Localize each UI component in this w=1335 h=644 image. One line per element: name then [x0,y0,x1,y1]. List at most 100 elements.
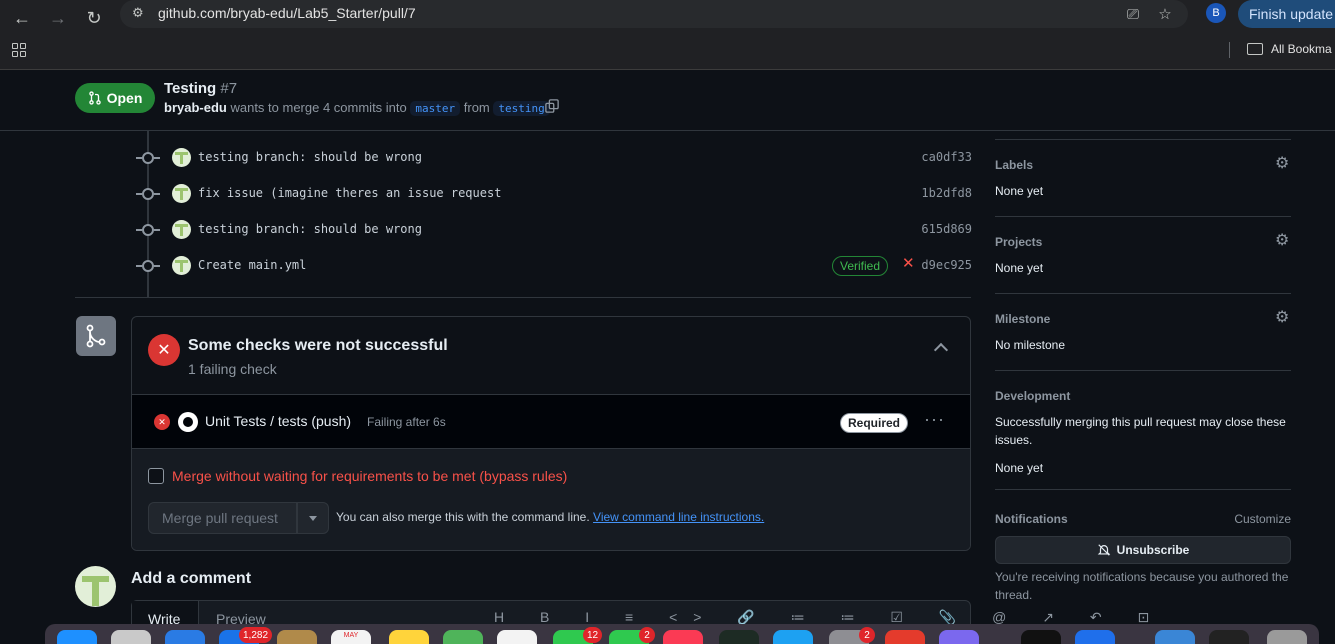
checks-subtitle: 1 failing check [188,361,277,377]
unsubscribe-label: Unsubscribe [1116,543,1190,557]
chevron-up-icon[interactable] [933,342,949,358]
merge-pull-request-button[interactable]: Merge pull request [148,502,297,534]
finish-update-button[interactable]: Finish update [1238,0,1335,28]
unsubscribe-button[interactable]: Unsubscribe [995,536,1291,564]
merge-method-dropdown[interactable] [297,502,329,534]
site-settings-icon[interactable]: ⚙ [132,5,150,23]
gear-icon[interactable]: ⚙ [1275,310,1291,326]
customize-link[interactable]: Customize [1234,512,1291,526]
reload-icon[interactable]: ↻ [80,4,108,32]
projects-value: None yet [995,261,1044,275]
maps-icon[interactable] [443,630,483,644]
commit-icon [136,152,160,164]
notes-icon[interactable] [389,630,429,644]
terminal-icon[interactable] [1021,630,1061,644]
screen-window-icon[interactable] [1209,630,1249,644]
labels-heading: Labels [995,158,1034,172]
merge-actions: Merge without waiting for requirements t… [132,449,970,550]
avatar[interactable] [172,148,191,167]
sidebar-labels: Labels ⚙ None yet [995,139,1291,216]
mail-badge: 1,282 [239,627,273,643]
pr-summary: bryab-edu wants to merge 4 commits into … [164,100,550,116]
checks-failed-icon: ✕ [148,334,180,366]
music-icon[interactable] [663,630,703,644]
app-store-icon[interactable] [773,630,813,644]
bypass-checkbox[interactable] [148,468,164,484]
chrome-icon[interactable] [885,630,925,644]
pr-author-link[interactable]: bryab-edu [164,100,227,115]
install-app-icon[interactable]: ⎚ [1123,4,1143,24]
base-branch[interactable]: master [410,101,461,116]
commit-message-link[interactable]: fix issue (imagine theres an issue reque… [198,186,501,200]
development-heading: Development [995,389,1071,403]
folder-icon [1247,43,1263,55]
commit-row: fix issue (imagine theres an issue reque… [136,182,972,206]
bookmarks-bar [0,36,1335,70]
avatar[interactable] [172,220,191,239]
development-note: Successfully merging this pull request m… [995,415,1286,447]
commit-sha-link[interactable]: 1b2dfd8 [921,186,972,200]
add-comment-heading: Add a comment [131,570,252,587]
check-run-name[interactable]: Unit Tests / tests (push) [205,413,351,429]
required-badge: Required [840,413,909,433]
facetime-badge: 2 [639,627,655,643]
commit-row: testing branch: should be wrong ca0df33 [136,146,972,170]
command-line-instructions-link[interactable]: View command line instructions. [593,510,764,524]
merge-text: wants to merge 4 commits into [230,100,407,115]
labels-value: None yet [995,184,1044,198]
vscode-icon[interactable] [1075,630,1115,644]
profile-avatar[interactable]: B [1206,3,1226,23]
avatar[interactable] [75,566,116,607]
pull-request-icon [88,91,101,105]
address-bar[interactable]: ⚙ github.com/bryab-edu/Lab5_Starter/pull… [120,0,1188,28]
contacts-icon[interactable] [277,630,317,644]
check-failed-icon[interactable]: ✕ [902,254,915,272]
all-bookmarks-link[interactable]: All Bookma [1271,42,1332,56]
check-run-status: Failing after 6s [367,415,446,429]
downloads-folder-icon[interactable] [1155,630,1195,644]
forward-arrow-icon[interactable]: → [44,4,72,32]
avatar[interactable] [172,256,191,275]
photos-icon[interactable] [497,630,537,644]
commit-sha-link[interactable]: 615d869 [921,222,972,236]
more-options-icon[interactable]: ··· [924,409,945,430]
commit-sha-link[interactable]: d9ec925 [921,258,972,272]
avatar[interactable] [172,184,191,203]
stocks-icon[interactable] [719,630,759,644]
projects-heading: Projects [995,235,1043,249]
launchpad-icon[interactable] [111,630,151,644]
merge-status-icon [76,316,116,356]
copy-icon[interactable] [545,99,559,113]
github-icon [178,412,198,432]
checks-title: Some checks were not successful [188,337,448,354]
calendar-icon[interactable]: MAY [331,630,371,644]
verified-badge[interactable]: Verified [832,256,889,276]
back-arrow-icon[interactable]: ← [8,4,36,32]
bypass-label[interactable]: Merge without waiting for requirements t… [172,468,567,484]
sidebar-milestone: Milestone ⚙ No milestone [995,293,1291,370]
check-failed-icon: ✕ [154,414,170,430]
gear-icon[interactable]: ⚙ [1275,233,1291,249]
commit-sha-link[interactable]: ca0df33 [921,150,972,164]
commit-message-link[interactable]: testing branch: should be wrong [198,150,422,164]
notifications-heading: Notifications [995,512,1068,526]
discord-icon[interactable] [939,630,979,644]
checks-summary[interactable]: ✕ Some checks were not successful 1 fail… [132,317,970,395]
safari-icon[interactable] [165,630,205,644]
pr-number: #7 [220,80,238,97]
commit-icon [136,224,160,236]
head-branch[interactable]: testing [493,101,550,116]
commit-message-link[interactable]: Create main.yml [198,258,306,272]
macos-dock: 1,282 MAY 12 2 2 [45,624,1319,644]
trash-icon[interactable] [1267,630,1307,644]
apps-grid-icon[interactable] [12,43,28,59]
bookmark-star-icon[interactable]: ☆ [1155,4,1175,24]
sidebar-development: Development Successfully merging this pu… [995,370,1291,489]
notifications-note: You're receiving notifications because y… [995,570,1289,602]
milestone-heading: Milestone [995,312,1051,326]
finder-icon[interactable] [57,630,97,644]
merge-box: ✕ Some checks were not successful 1 fail… [131,316,971,551]
url-text: github.com/bryab-edu/Lab5_Starter/pull/7 [158,5,416,21]
commit-message-link[interactable]: testing branch: should be wrong [198,222,422,236]
gear-icon[interactable]: ⚙ [1275,156,1291,172]
